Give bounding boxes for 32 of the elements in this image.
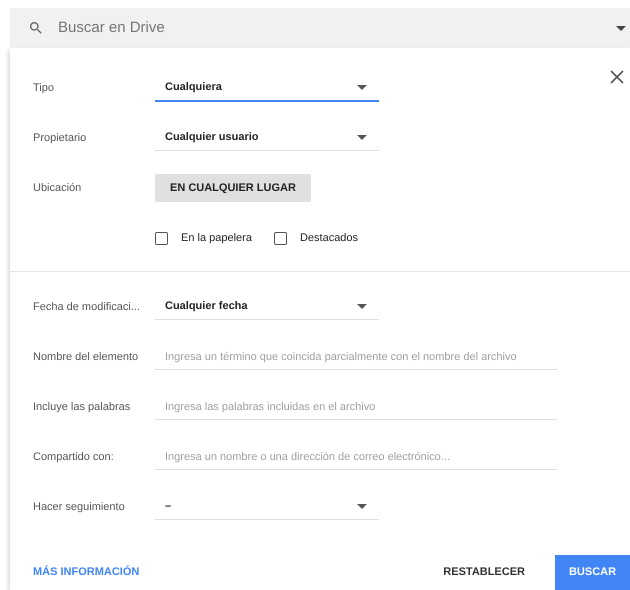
- checkbox[interactable]: [155, 232, 168, 244]
- field-label: Incluye las palabras: [33, 400, 132, 415]
- dropdown[interactable]: –: [155, 494, 379, 520]
- search-field[interactable]: Buscar en Drive: [58, 16, 616, 40]
- search-button[interactable]: BUSCAR: [555, 555, 630, 590]
- search-icon: [28, 20, 44, 36]
- checkbox[interactable]: [274, 232, 287, 244]
- caret-icon: [357, 85, 367, 90]
- text-field[interactable]: Ingresa un término que coincida parcialmente con el nombre del archivo: [155, 344, 557, 370]
- checkbox-label: Destacados: [300, 230, 358, 246]
- caret-icon: [357, 135, 367, 140]
- caret-icon: [357, 504, 367, 509]
- field-label: Nombre del elemento: [33, 350, 140, 365]
- text-field[interactable]: Ingresa un nombre o una dirección de correo electrónico...: [155, 444, 557, 470]
- location-button[interactable]: EN CUALQUIER LUGAR: [155, 174, 311, 202]
- dropdown[interactable]: Cualquier fecha: [155, 294, 379, 320]
- caret-icon[interactable]: [616, 26, 626, 30]
- field-label: Tipo: [33, 80, 55, 96]
- close-icon[interactable]: [610, 70, 624, 84]
- reset-button[interactable]: RESTABLECER: [441, 555, 527, 590]
- field-label: Fecha de modificaci...: [33, 300, 141, 315]
- caret-icon: [357, 304, 367, 309]
- dropdown[interactable]: Cualquier usuario: [155, 125, 379, 151]
- text-field[interactable]: Ingresa las palabras incluidas en el archivo: [155, 394, 557, 420]
- field-label: Propietario: [33, 130, 88, 146]
- field-label: Compartido con:: [33, 450, 115, 465]
- checkbox-label: En la papelera: [181, 230, 252, 246]
- dropdown[interactable]: Cualquiera: [155, 76, 379, 102]
- more-info-link[interactable]: MÁS INFORMACIÓN: [33, 564, 140, 581]
- search-bar[interactable]: Buscar en Drive: [10, 8, 630, 48]
- field-label: Hacer seguimiento: [33, 500, 126, 515]
- field-label: Ubicación: [33, 180, 82, 196]
